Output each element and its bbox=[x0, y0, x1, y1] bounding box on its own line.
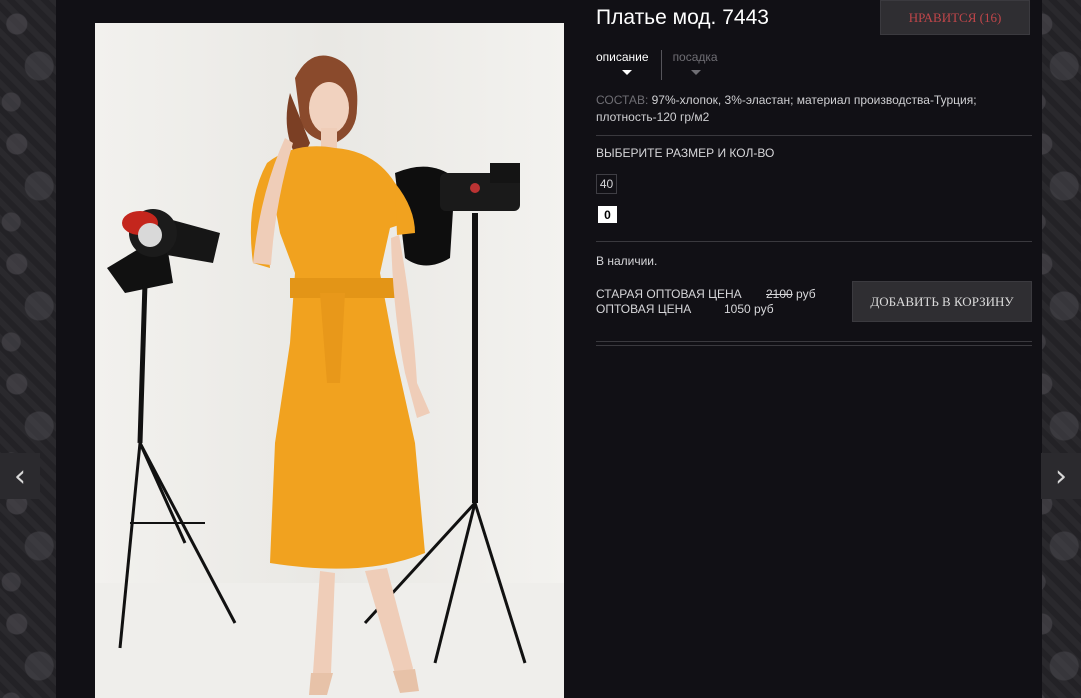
product-title: Платье мод. 7443 bbox=[596, 6, 769, 29]
price-block: СТАРАЯ ОПТОВАЯ ЦЕНА 2100 руб ОПТОВАЯ ЦЕН… bbox=[596, 287, 816, 317]
size-option[interactable]: 40 bbox=[596, 174, 617, 194]
info-tabs: описание посадка bbox=[596, 50, 730, 80]
chevron-left-icon: ‹ bbox=[14, 458, 26, 494]
add-to-cart-button[interactable]: ДОБАВИТЬ В КОРЗИНУ bbox=[852, 281, 1032, 322]
divider bbox=[596, 135, 1032, 136]
caret-down-icon bbox=[690, 70, 701, 75]
product-photo[interactable] bbox=[95, 23, 564, 698]
old-price-label: СТАРАЯ ОПТОВАЯ ЦЕНА bbox=[596, 287, 742, 301]
tab-description-label: описание bbox=[596, 50, 649, 64]
old-price-unit: руб bbox=[796, 287, 816, 301]
old-price-value: 2100 bbox=[766, 287, 793, 301]
tab-fit-label: посадка bbox=[672, 50, 718, 64]
product-photo-illustration bbox=[95, 23, 564, 698]
chevron-right-icon: › bbox=[1055, 458, 1067, 494]
divider bbox=[596, 345, 1032, 346]
like-button[interactable]: НРАВИТСЯ (16) bbox=[880, 0, 1030, 35]
next-arrow-button[interactable]: › bbox=[1041, 453, 1081, 499]
quantity-input[interactable]: 0 bbox=[598, 206, 617, 223]
price-value: 1050 руб bbox=[724, 302, 774, 316]
availability-status: В наличии. bbox=[596, 254, 658, 268]
caret-down-icon bbox=[622, 70, 632, 75]
divider bbox=[596, 241, 1032, 242]
size-heading: ВЫБЕРИТЕ РАЗМЕР И КОЛ-ВО bbox=[596, 146, 775, 160]
price-label: ОПТОВАЯ ЦЕНА bbox=[596, 302, 692, 316]
tab-fit[interactable]: посадка bbox=[660, 50, 730, 80]
composition-label: СОСТАВ: bbox=[596, 93, 649, 107]
divider bbox=[596, 341, 1032, 342]
prev-arrow-button[interactable]: ‹ bbox=[0, 453, 40, 499]
composition: СОСТАВ: 97%-хлопок, 3%-эластан; материал… bbox=[596, 92, 1026, 126]
composition-text: 97%-хлопок, 3%-эластан; материал произво… bbox=[596, 93, 977, 124]
background-pattern-left bbox=[0, 0, 56, 698]
tab-description[interactable]: описание bbox=[596, 50, 661, 80]
